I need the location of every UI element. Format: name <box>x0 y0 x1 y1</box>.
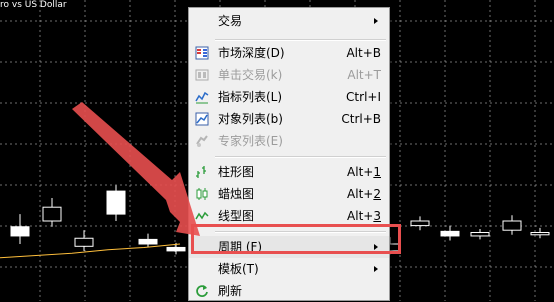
menu-item-objects-list[interactable]: 对象列表(b) Ctrl+B <box>189 108 389 130</box>
menu-item-template[interactable]: 模板(T) <box>189 258 389 280</box>
context-menu: 交易 市场深度(D) Alt+B 单击交易(k) Alt+T 指标列表(L) C… <box>188 7 390 301</box>
menu-item-label: 刷新 <box>218 284 243 298</box>
shortcut-prefix: Alt+ <box>347 165 374 179</box>
menu-item-experts-list[interactable]: 专家列表(E) <box>189 130 389 152</box>
candle-body <box>42 206 62 222</box>
submenu-arrow-icon <box>374 266 378 272</box>
chart-title: ro vs US Dollar <box>0 0 67 10</box>
objects-list-icon <box>195 112 209 126</box>
candle-body <box>138 238 158 245</box>
shortcut-key: 2 <box>373 187 381 201</box>
candle-body <box>440 230 460 237</box>
candle-body <box>410 220 430 227</box>
submenu-arrow-icon <box>374 18 378 24</box>
menu-item-trade[interactable]: 交易 <box>189 10 389 32</box>
shortcut-key: 1 <box>373 165 381 179</box>
one-click-trading-icon <box>195 69 209 81</box>
candlestick-chart-icon <box>196 188 208 200</box>
menu-item-market-depth[interactable]: 市场深度(D) Alt+B <box>189 42 389 64</box>
shortcut-prefix: Alt+ <box>347 209 374 223</box>
menu-item-label: 蜡烛图 <box>218 187 255 201</box>
shortcut-key: 3 <box>373 209 381 223</box>
candle-body <box>166 246 186 252</box>
candle-body <box>502 220 522 231</box>
menu-separator <box>215 156 386 158</box>
candle-body <box>470 232 490 237</box>
menu-item-one-click-trading[interactable]: 单击交易(k) Alt+T <box>189 64 389 86</box>
menu-item-label: 单击交易(k) <box>218 68 283 82</box>
candle-body <box>106 190 126 215</box>
menu-item-shortcut: Ctrl+I <box>346 90 381 104</box>
menu-item-candlestick-chart[interactable]: 蜡烛图 Alt+2 <box>189 183 389 205</box>
menu-item-label: 市场深度(D) <box>218 46 285 60</box>
candle-body <box>530 232 550 236</box>
menu-item-label: 交易 <box>218 14 243 28</box>
candle-body <box>10 226 30 237</box>
menu-item-shortcut: Alt+1 <box>347 161 381 183</box>
menu-item-shortcut: Alt+B <box>346 46 381 60</box>
shortcut-prefix: Alt+ <box>347 187 374 201</box>
experts-list-icon <box>196 135 208 147</box>
menu-item-refresh[interactable]: 刷新 <box>189 280 389 302</box>
menu-separator <box>215 39 386 41</box>
menu-item-shortcut: Alt+T <box>347 68 381 82</box>
menu-item-label: 柱形图 <box>218 165 255 179</box>
menu-item-shortcut: Alt+2 <box>347 183 381 205</box>
highlight-box <box>191 224 401 254</box>
menu-item-bar-chart[interactable]: 柱形图 Alt+1 <box>189 161 389 183</box>
refresh-icon <box>196 285 208 297</box>
line-chart-icon <box>195 211 209 220</box>
bar-chart-icon <box>196 166 206 178</box>
menu-item-indicators-list[interactable]: 指标列表(L) Ctrl+I <box>189 86 389 108</box>
menu-item-label: 指标列表(L) <box>218 90 283 104</box>
menu-item-label: 模板(T) <box>218 262 259 276</box>
candle-body <box>74 237 94 247</box>
market-depth-icon <box>195 46 209 60</box>
menu-item-label: 对象列表(b) <box>218 112 283 126</box>
menu-item-shortcut: Ctrl+B <box>341 112 381 126</box>
indicators-list-icon <box>195 91 209 104</box>
menu-item-label: 专家列表(E) <box>218 134 283 148</box>
